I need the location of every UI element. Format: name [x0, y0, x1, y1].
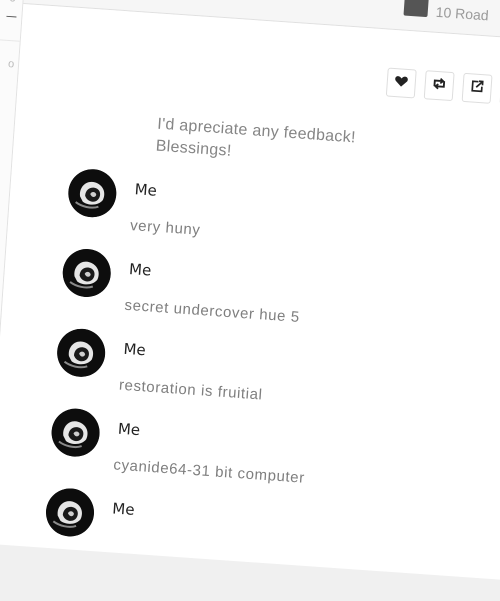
comment-text: restoration is fruitial — [118, 377, 263, 404]
repost-icon — [431, 75, 447, 96]
comment-username[interactable]: Me — [134, 180, 157, 200]
track-description: I'd apreciate any feedback! Blessings! — [155, 114, 356, 172]
comment-text: secret undercover hue 5 — [124, 297, 300, 326]
share-icon — [469, 78, 485, 99]
share-button[interactable] — [462, 73, 493, 104]
heart-icon — [393, 73, 409, 94]
like-button[interactable] — [386, 68, 417, 99]
divider — [6, 16, 16, 18]
app-stage: go o 10 Road — [0, 0, 500, 582]
repost-button[interactable] — [424, 70, 455, 101]
avatar[interactable] — [56, 327, 107, 378]
left-panel-tick: o — [8, 58, 15, 70]
now-playing-title[interactable]: 10 Road — [435, 4, 489, 24]
left-panel-snippet: go — [9, 0, 22, 3]
avatar[interactable] — [67, 168, 118, 219]
avatar[interactable] — [50, 407, 101, 458]
track-actions — [386, 68, 500, 107]
comment-text: cyanide64-31 bit computer — [113, 456, 305, 486]
track-page: I'd apreciate any feedback! Blessings! M… — [0, 4, 500, 582]
avatar[interactable] — [61, 247, 112, 298]
comment-username[interactable]: Me — [123, 340, 146, 360]
comment-text: very huny — [130, 217, 201, 239]
track-artwork[interactable] — [403, 0, 429, 17]
comment-username[interactable]: Me — [117, 420, 140, 440]
avatar[interactable] — [44, 487, 95, 538]
comment-username[interactable]: Me — [128, 260, 151, 280]
comment-username[interactable]: Me — [112, 499, 135, 519]
divider — [0, 34, 20, 42]
